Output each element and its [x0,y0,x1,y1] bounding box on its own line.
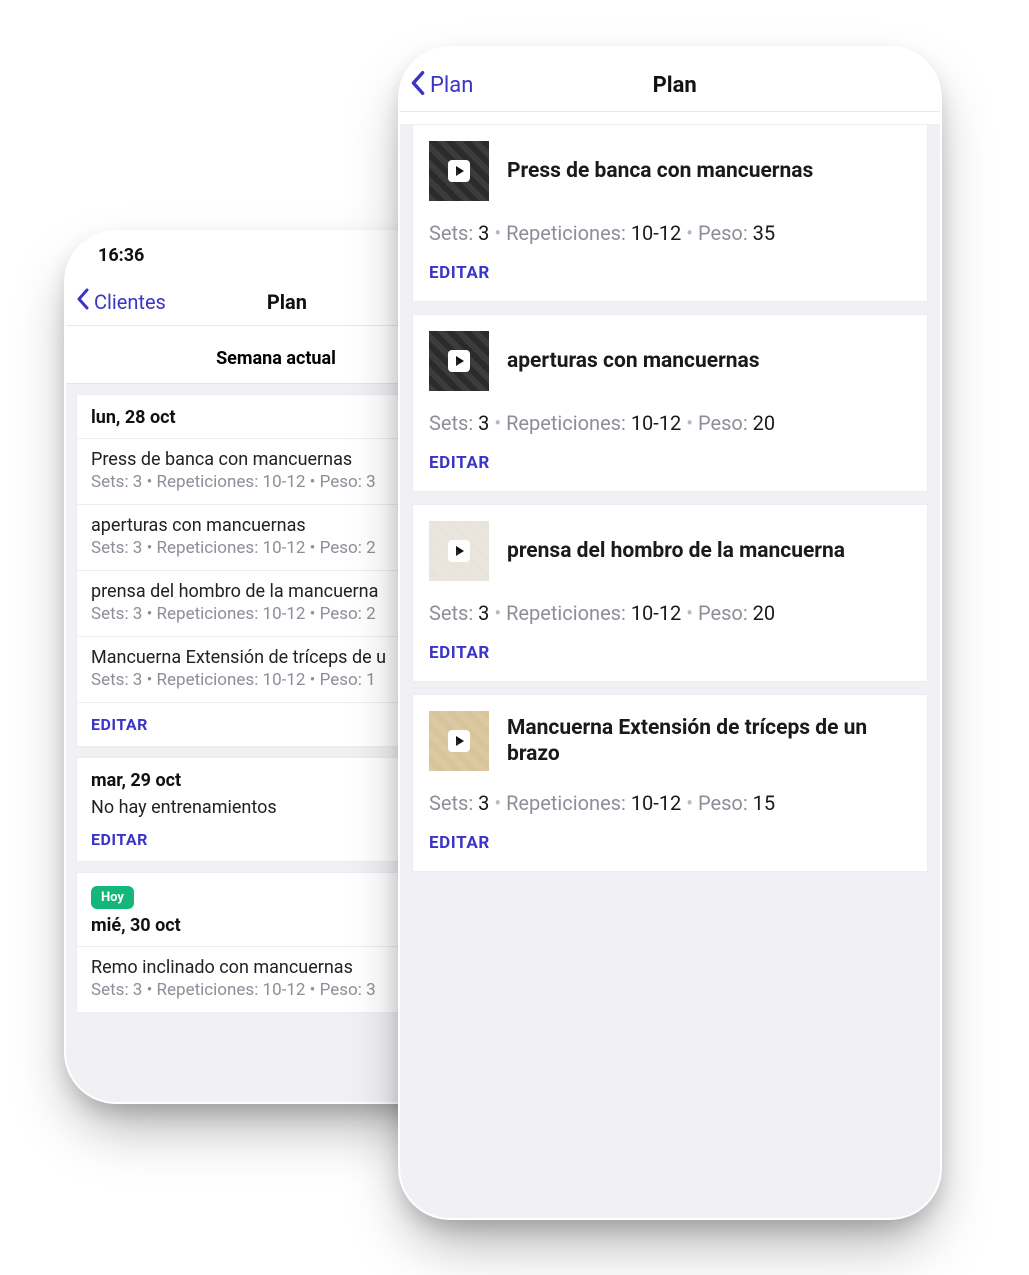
edit-exercise-button[interactable]: EDITAR [429,629,490,673]
phone-front: Plan Plan Press de banca con mancuernas … [400,48,940,1218]
edit-exercise-button[interactable]: EDITAR [429,439,490,483]
nav-header-front-phone: Plan Plan [400,48,940,112]
exercise-thumbnail[interactable] [429,711,489,771]
play-icon [448,730,470,752]
exercise-card[interactable]: prensa del hombro de la mancuerna Sets: … [412,504,928,682]
exercise-stats: Sets: 3 • Repeticiones: 10-12 • Peso: 15 [429,791,911,815]
exercise-title: prensa del hombro de la mancuerna [507,538,845,564]
exercise-card[interactable]: Press de banca con mancuernas Sets: 3 • … [412,124,928,302]
play-icon [448,350,470,372]
status-time: 16:36 [98,245,144,266]
exercise-title: aperturas con mancuernas [507,348,760,374]
chevron-left-icon [76,288,90,315]
day-date: mié, 30 oct [91,915,181,936]
exercise-thumbnail[interactable] [429,521,489,581]
exercise-stats: Sets: 3 • Repeticiones: 10-12 • Peso: 20 [429,411,911,435]
today-badge: Hoy [91,886,134,909]
exercise-title: Mancuerna Extensión de tríceps de un bra… [507,715,911,768]
exercise-card[interactable]: Mancuerna Extensión de tríceps de un bra… [412,694,928,872]
edit-exercise-button[interactable]: EDITAR [429,249,490,293]
exercise-title: Press de banca con mancuernas [507,158,813,184]
nav-title: Plan [419,73,930,98]
play-icon [448,160,470,182]
exercise-list-view: Press de banca con mancuernas Sets: 3 • … [400,124,940,1218]
exercise-thumbnail[interactable] [429,141,489,201]
exercise-thumbnail[interactable] [429,331,489,391]
play-icon [448,540,470,562]
exercise-card[interactable]: aperturas con mancuernas Sets: 3 • Repet… [412,314,928,492]
exercise-stats: Sets: 3 • Repeticiones: 10-12 • Peso: 35 [429,221,911,245]
edit-exercise-button[interactable]: EDITAR [429,819,490,863]
exercise-stats: Sets: 3 • Repeticiones: 10-12 • Peso: 20 [429,601,911,625]
